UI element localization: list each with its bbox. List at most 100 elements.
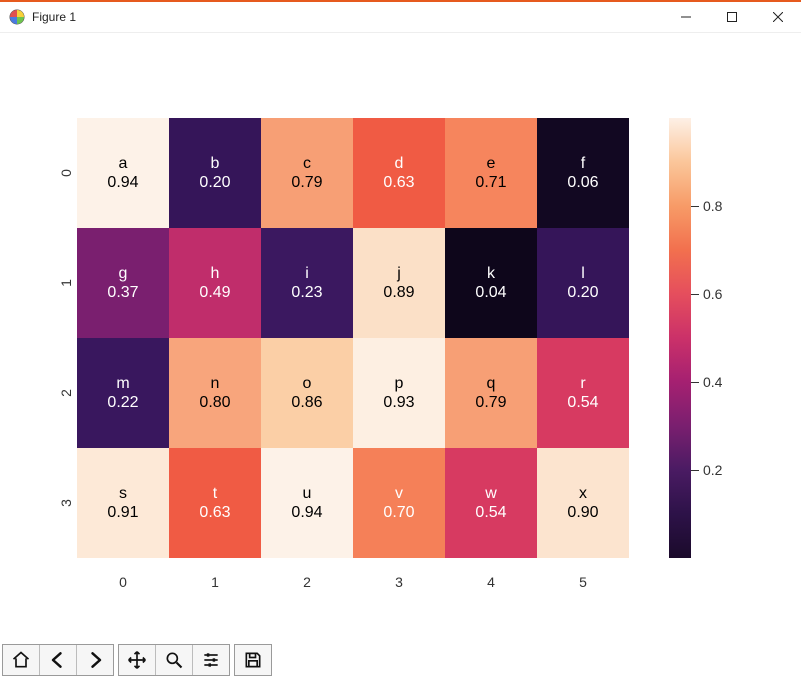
cell-value: 0.54: [475, 503, 506, 522]
colorbar-tick: 0.8: [691, 198, 722, 214]
x-tick: 1: [169, 574, 261, 590]
cell-label: w: [485, 484, 497, 503]
cell-value: 0.23: [291, 283, 322, 302]
heatmap-cell: i0.23: [261, 228, 353, 338]
heatmap-cell: j0.89: [353, 228, 445, 338]
heatmap-cell: q0.79: [445, 338, 537, 448]
colorbar-tick-label: 0.2: [703, 462, 722, 478]
cell-value: 0.79: [475, 393, 506, 412]
colorbar-tick-label: 0.6: [703, 286, 722, 302]
cell-value: 0.80: [199, 393, 230, 412]
x-axis: 012345: [77, 574, 629, 590]
titlebar: Figure 1: [0, 2, 801, 33]
colorbar-tick: 0.2: [691, 462, 722, 478]
cell-label: t: [213, 484, 217, 503]
cell-value: 0.70: [383, 503, 414, 522]
cell-value: 0.71: [475, 173, 506, 192]
cell-label: j: [397, 264, 401, 283]
cell-label: n: [211, 374, 220, 393]
cell-value: 0.54: [567, 393, 598, 412]
heatmap-cell: h0.49: [169, 228, 261, 338]
y-tick: 3: [11, 492, 121, 514]
x-tick: 4: [445, 574, 537, 590]
window-title: Figure 1: [32, 10, 76, 24]
heatmap-cell: x0.90: [537, 448, 629, 558]
heatmap-grid: a0.94b0.20c0.79d0.63e0.71f0.06g0.37h0.49…: [77, 118, 629, 558]
y-axis: 0123: [55, 118, 77, 558]
cell-value: 0.49: [199, 283, 230, 302]
heatmap-cell: t0.63: [169, 448, 261, 558]
cell-value: 0.63: [199, 503, 230, 522]
colorbar-tick-label: 0.4: [703, 374, 722, 390]
colorbar-gradient: [669, 118, 691, 558]
cell-label: b: [211, 154, 220, 173]
cell-value: 0.90: [567, 503, 598, 522]
cell-value: 0.79: [291, 173, 322, 192]
app-icon: [8, 8, 26, 26]
cell-value: 0.06: [567, 173, 598, 192]
x-tick: 3: [353, 574, 445, 590]
x-tick: 0: [77, 574, 169, 590]
cell-label: l: [581, 264, 585, 283]
cell-label: h: [211, 264, 220, 283]
colorbar-tick: 0.6: [691, 286, 722, 302]
back-button[interactable]: [40, 645, 77, 675]
y-tick: 2: [11, 382, 121, 404]
heatmap-cell: w0.54: [445, 448, 537, 558]
heatmap-cell: f0.06: [537, 118, 629, 228]
heatmap-cell: c0.79: [261, 118, 353, 228]
cell-label: e: [487, 154, 496, 173]
forward-button[interactable]: [77, 645, 113, 675]
heatmap-cell: r0.54: [537, 338, 629, 448]
cell-label: x: [579, 484, 587, 503]
colorbar-tick: 0.4: [691, 374, 722, 390]
heatmap-cell: l0.20: [537, 228, 629, 338]
cell-value: 0.04: [475, 283, 506, 302]
heatmap-cell: o0.86: [261, 338, 353, 448]
heatmap-cell: k0.04: [445, 228, 537, 338]
heatmap-cell: v0.70: [353, 448, 445, 558]
figure-window: Figure 1 0123 a0.94b0.20c0.79d0.63e0.71f…: [0, 0, 801, 685]
colorbar-tick-label: 0.8: [703, 198, 722, 214]
cell-label: u: [303, 484, 312, 503]
nav-toolbar: [0, 639, 801, 685]
save-button[interactable]: [235, 645, 271, 675]
heatmap-cell: p0.93: [353, 338, 445, 448]
heatmap-cell: u0.94: [261, 448, 353, 558]
y-tick: 0: [11, 162, 121, 184]
cell-value: 0.94: [291, 503, 322, 522]
cell-label: i: [305, 264, 309, 283]
cell-label: q: [487, 374, 496, 393]
heatmap-cell: d0.63: [353, 118, 445, 228]
cell-label: d: [395, 154, 404, 173]
x-tick: 2: [261, 574, 353, 590]
cell-value: 0.93: [383, 393, 414, 412]
close-button[interactable]: [755, 2, 801, 32]
cell-label: k: [487, 264, 495, 283]
maximize-button[interactable]: [709, 2, 755, 32]
x-tick: 5: [537, 574, 629, 590]
cell-value: 0.86: [291, 393, 322, 412]
heatmap-cell: e0.71: [445, 118, 537, 228]
colorbar-ticks: 0.2 0.4 0.6 0.8: [691, 118, 731, 558]
cell-label: p: [395, 374, 404, 393]
heatmap-cell: n0.80: [169, 338, 261, 448]
cell-label: r: [580, 374, 585, 393]
cell-label: v: [395, 484, 403, 503]
zoom-button[interactable]: [156, 645, 193, 675]
heatmap-cell: b0.20: [169, 118, 261, 228]
cell-value: 0.20: [567, 283, 598, 302]
configure-button[interactable]: [193, 645, 229, 675]
pan-button[interactable]: [119, 645, 156, 675]
cell-label: o: [303, 374, 312, 393]
cell-value: 0.20: [199, 173, 230, 192]
home-button[interactable]: [3, 645, 40, 675]
cell-label: f: [581, 154, 585, 173]
minimize-button[interactable]: [663, 2, 709, 32]
colorbar: 0.2 0.4 0.6 0.8: [669, 118, 731, 558]
cell-value: 0.89: [383, 283, 414, 302]
cell-value: 0.63: [383, 173, 414, 192]
y-tick: 1: [11, 272, 121, 294]
plot-canvas[interactable]: 0123 a0.94b0.20c0.79d0.63e0.71f0.06g0.37…: [0, 33, 801, 639]
cell-label: c: [303, 154, 311, 173]
